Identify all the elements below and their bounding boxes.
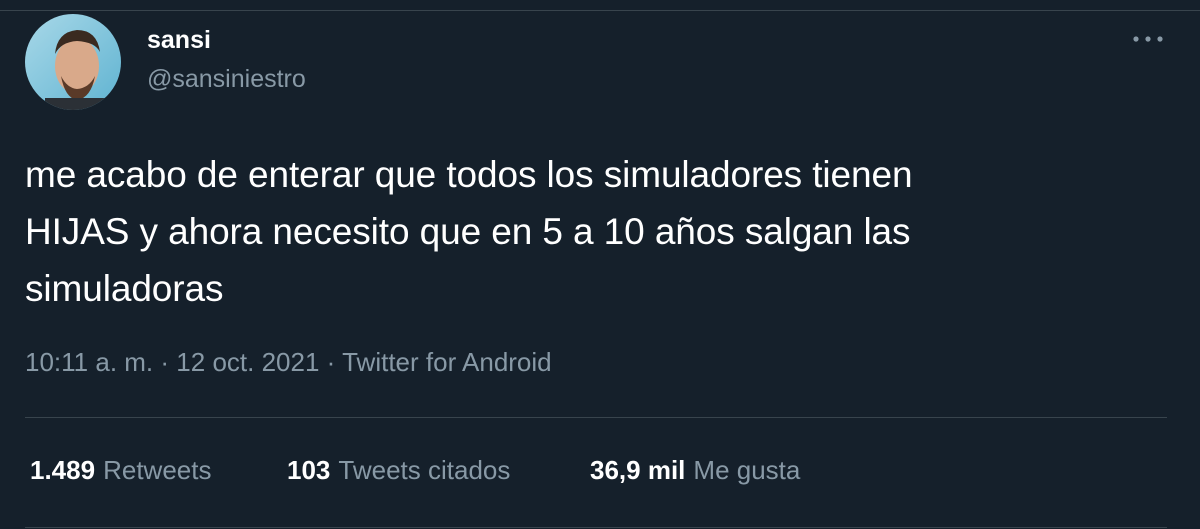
tweet-metadata: 10:11 a. m. · 12 oct. 2021 · Twitter for… (25, 344, 552, 380)
likes-stat[interactable]: 36,9 mil Me gusta (590, 452, 800, 488)
more-horizontal-icon (1133, 36, 1163, 42)
tweet-text-line: HIJAS y ahora necesito que en 5 a 10 año… (25, 211, 911, 252)
quote-tweets-count: 103 (287, 455, 331, 485)
tweet-source[interactable]: Twitter for Android (342, 347, 552, 377)
quote-tweets-stat[interactable]: 103 Tweets citados (287, 452, 510, 488)
tweet-text-line: me acabo de enterar que todos los simula… (25, 154, 913, 195)
retweets-count: 1.489 (30, 455, 96, 485)
tweet-text-line: simuladoras (25, 268, 224, 309)
likes-count: 36,9 mil (590, 455, 686, 485)
retweets-label: Retweets (103, 455, 212, 485)
meta-separator: · (326, 347, 336, 377)
retweets-stat[interactable]: 1.489 Retweets (30, 452, 211, 488)
display-name[interactable]: sansi (147, 25, 211, 55)
tweet-date[interactable]: 12 oct. 2021 (176, 347, 319, 377)
more-button[interactable] (1128, 24, 1168, 54)
tweet-text: me acabo de enterar que todos los simula… (25, 146, 1175, 317)
likes-label: Me gusta (693, 455, 801, 485)
top-divider (0, 10, 1200, 11)
bottom-divider (25, 527, 1167, 528)
quote-tweets-label: Tweets citados (338, 455, 511, 485)
avatar[interactable] (25, 14, 121, 110)
meta-separator: · (160, 347, 170, 377)
user-handle[interactable]: @sansiniestro (147, 64, 306, 94)
tweet-card: sansi @sansiniestro me acabo de enterar … (0, 0, 1200, 529)
divider (25, 417, 1167, 418)
tweet-time[interactable]: 10:11 a. m. (25, 347, 153, 377)
